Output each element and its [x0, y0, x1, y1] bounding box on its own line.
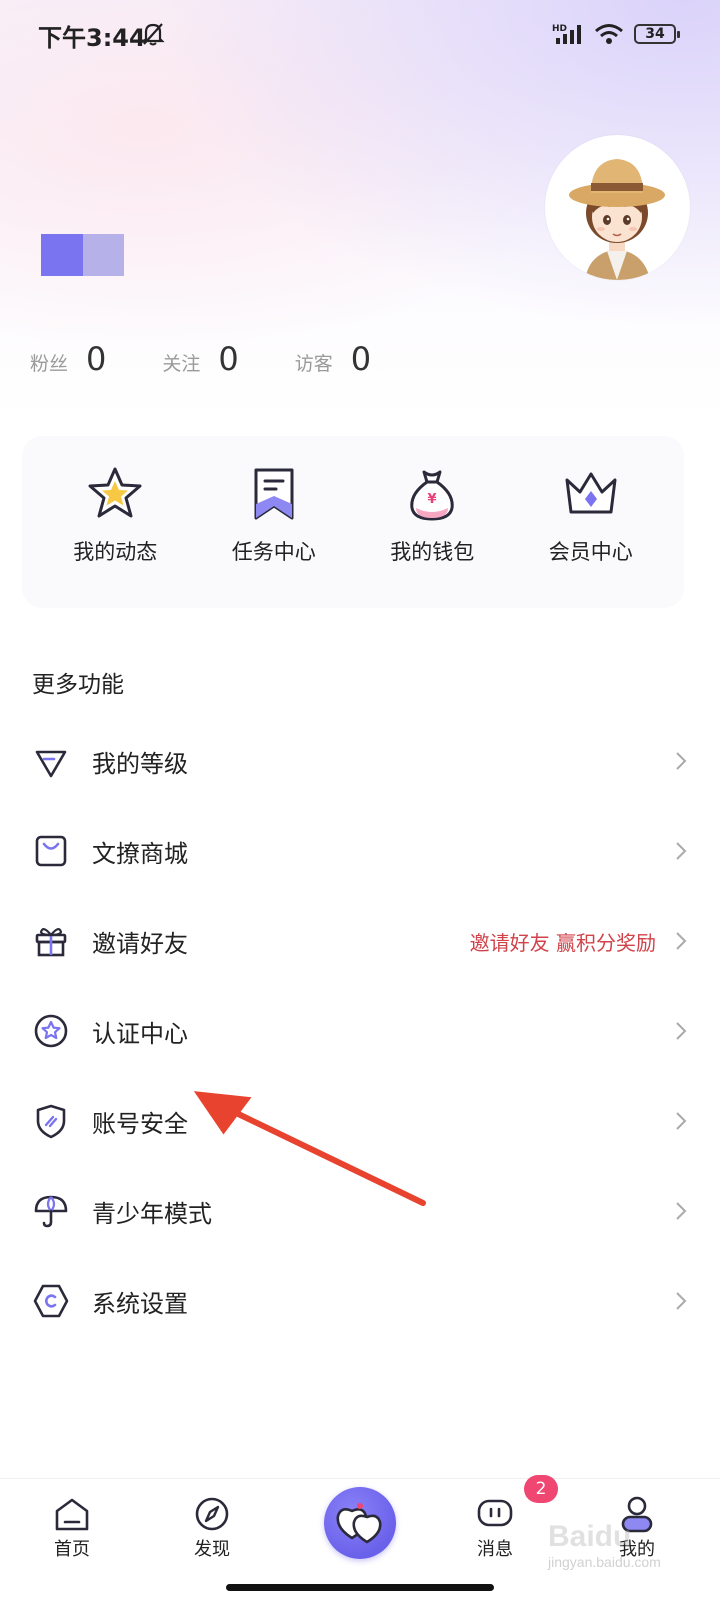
muted-bell-icon	[141, 23, 165, 46]
shortcut-vip-center[interactable]: 会员中心	[521, 436, 661, 608]
menu-item-label: 系统设置	[92, 1289, 188, 1318]
home-indicator[interactable]	[226, 1584, 494, 1591]
settings-hexagon-icon	[33, 1284, 69, 1318]
shortcut-my-posts[interactable]: 我的动态	[45, 436, 185, 608]
shortcut-label: 任务中心	[231, 540, 316, 564]
menu-item-invite-friends[interactable]: 邀请好友 邀请好友 赢积分奖励	[0, 896, 720, 986]
redact-block-light	[83, 234, 124, 276]
message-icon	[477, 1499, 513, 1527]
status-bar: 下午3:44 HD 34	[0, 0, 720, 70]
shortcut-card: 我的动态 任务中心 ¥ 我的钱包 会员中心	[22, 436, 684, 608]
chevron-right-icon	[676, 932, 687, 950]
user-name-redacted[interactable]	[41, 234, 124, 276]
tab-label: 消息	[477, 1539, 513, 1560]
badge-star-icon	[34, 1014, 68, 1048]
chevron-right-icon	[676, 1292, 687, 1310]
shortcut-label: 我的动态	[73, 540, 158, 564]
shortcut-task-center[interactable]: 任务中心	[204, 436, 344, 608]
umbrella-icon	[34, 1195, 68, 1228]
invite-promo-text: 邀请好友 赢积分奖励	[469, 930, 656, 955]
stat-label: 关注	[162, 353, 201, 375]
avatar[interactable]	[545, 135, 690, 280]
diamond-icon	[35, 750, 67, 778]
message-count-badge: 2	[524, 1475, 558, 1503]
chevron-right-icon	[676, 1202, 687, 1220]
watermark-url: jingyan.baidu.com	[548, 1554, 661, 1570]
stat-value: 0	[350, 340, 372, 378]
chevron-right-icon	[676, 752, 687, 770]
menu-item-label: 认证中心	[92, 1019, 188, 1048]
crown-icon	[565, 472, 617, 514]
stat-label: 粉丝	[30, 353, 69, 375]
stat-fans[interactable]: 粉丝 0	[30, 340, 106, 378]
gift-icon	[35, 928, 67, 957]
svg-text:¥: ¥	[428, 492, 437, 507]
more-functions-list: 我的等级 文撩商城 邀请好友 邀请好友 赢积分奖励 认证中心 账号安全 青少年模…	[0, 716, 720, 1346]
star-icon	[88, 467, 142, 518]
home-icon	[55, 1498, 89, 1531]
avatar-illustration	[569, 159, 665, 280]
menu-item-certification[interactable]: 认证中心	[0, 986, 720, 1076]
menu-item-system-settings[interactable]: 系统设置	[0, 1256, 720, 1346]
shield-icon	[36, 1104, 66, 1139]
status-time: 下午3:44	[38, 24, 146, 52]
section-title-more: 更多功能	[32, 672, 124, 698]
menu-item-label: 我的等级	[92, 749, 188, 778]
menu-item-label: 邀请好友	[92, 929, 188, 958]
tab-label: 发现	[194, 1539, 230, 1560]
tab-discover[interactable]: 发现	[172, 1495, 252, 1561]
network-label: HD	[552, 24, 567, 34]
redact-block-dark	[41, 234, 83, 276]
battery-indicator: 34	[634, 24, 680, 44]
center-match-button[interactable]	[324, 1487, 396, 1559]
money-bag-icon: ¥	[410, 470, 454, 521]
compass-icon	[195, 1497, 229, 1531]
stat-following[interactable]: 关注 0	[162, 340, 238, 378]
chevron-right-icon	[676, 1022, 687, 1040]
signal-icon: HD	[552, 24, 581, 44]
hearts-icon	[336, 1503, 382, 1544]
menu-item-mall[interactable]: 文撩商城	[0, 806, 720, 896]
stat-value: 0	[86, 340, 107, 378]
shortcut-wallet[interactable]: ¥ 我的钱包	[362, 436, 502, 608]
watermark-brand: Baidu	[548, 1520, 632, 1553]
annotation-arrow-icon	[193, 1091, 426, 1206]
chevron-right-icon	[676, 842, 687, 860]
tab-label: 首页	[54, 1539, 90, 1560]
shopping-bag-icon	[35, 835, 67, 867]
shortcut-label: 会员中心	[548, 540, 633, 564]
bookmark-icon	[254, 468, 294, 520]
menu-item-my-level[interactable]: 我的等级	[0, 716, 720, 806]
profile-stats: 粉丝 0 关注 0 访客 0	[30, 340, 427, 378]
menu-item-label: 文撩商城	[92, 839, 188, 868]
chevron-right-icon	[676, 1112, 687, 1130]
tab-home[interactable]: 首页	[32, 1495, 112, 1561]
shortcut-label: 我的钱包	[390, 540, 475, 564]
tab-messages[interactable]: 消息	[455, 1495, 535, 1561]
stat-visitors[interactable]: 访客 0	[295, 340, 371, 378]
stat-value: 0	[218, 340, 239, 378]
wifi-icon	[595, 24, 623, 44]
stat-label: 访客	[294, 353, 333, 375]
